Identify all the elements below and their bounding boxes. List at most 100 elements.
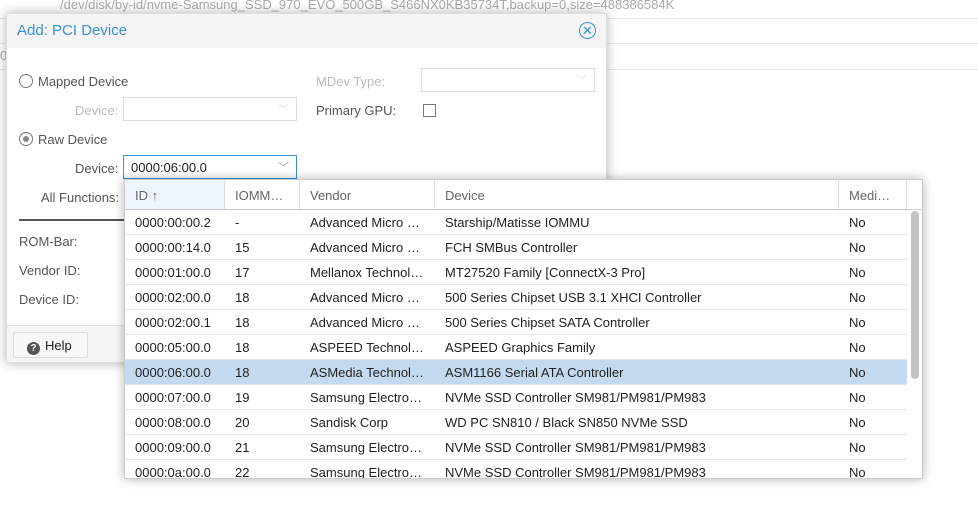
cell-device: NVMe SSD Controller SM981/PM981/PM983 xyxy=(445,465,706,479)
cell-vendor: Samsung Electro… xyxy=(310,390,422,405)
column-header-vendor[interactable]: Vendor xyxy=(300,180,435,209)
cell-mediated: No xyxy=(849,415,866,430)
cell-mediated: No xyxy=(849,315,866,330)
cell-device: ASM1166 Serial ATA Controller xyxy=(445,365,624,380)
mapped-device-label: Mapped Device xyxy=(38,74,129,89)
cell-id: 0000:00:00.2 xyxy=(135,215,211,230)
cell-vendor: Sandisk Corp xyxy=(310,415,389,430)
cell-mediated: No xyxy=(849,340,866,355)
cell-device: NVMe SSD Controller SM981/PM981/PM983 xyxy=(445,440,706,455)
raw-device-radio[interactable] xyxy=(19,132,33,146)
cell-mediated: No xyxy=(849,365,866,380)
cell-id: 0000:08:00.0 xyxy=(135,415,211,430)
cell-vendor: ASMedia Technol… xyxy=(310,365,424,380)
cell-vendor: Advanced Micro … xyxy=(310,215,420,230)
cell-iommu: 22 xyxy=(235,465,250,479)
mapped-device-combo[interactable]: ﹀ xyxy=(123,97,297,121)
column-header-device[interactable]: Device xyxy=(435,180,839,209)
cell-iommu: 19 xyxy=(235,390,250,405)
primary-gpu-checkbox[interactable] xyxy=(423,104,436,117)
cell-device: WD PC SN810 / Black SN850 NVMe SSD xyxy=(445,415,688,430)
grid-header: ID ↑ IOMM… Vendor Device Medi… xyxy=(125,180,922,210)
close-icon[interactable]: ✕ xyxy=(579,22,596,39)
table-row[interactable]: 0000:02:00.0 18 Advanced Micro … 500 Series… xyxy=(125,285,907,310)
mapped-device-radio[interactable] xyxy=(19,74,33,88)
cell-vendor: Mellanox Technol… xyxy=(310,265,424,280)
dialog-header: Add: PCI Device ✕ xyxy=(7,14,606,48)
table-row[interactable]: 0000:08:00.0 20 Sandisk Corp WD PC SN810 / … xyxy=(125,410,907,435)
section-divider xyxy=(19,219,129,221)
device-picker-grid: ID ↑ IOMM… Vendor Device Medi… 0000:00:0… xyxy=(124,179,923,479)
table-row[interactable]: 0000:00:00.2 - Advanced Micro … Starship/Ma… xyxy=(125,210,907,235)
cell-mediated: No xyxy=(849,465,866,479)
table-row[interactable]: 0000:00:14.0 15 Advanced Micro … FCH SMBus … xyxy=(125,235,907,260)
cell-mediated: No xyxy=(849,265,866,280)
cell-device: 500 Series Chipset USB 3.1 XHCI Controll… xyxy=(445,290,702,305)
cell-device: ASPEED Graphics Family xyxy=(445,340,596,355)
raw-device-field-label: Device: xyxy=(75,161,119,176)
cell-id: 0000:01:00.0 xyxy=(135,265,211,280)
cell-vendor: ASPEED Technol… xyxy=(310,340,424,355)
cell-iommu: - xyxy=(235,215,240,230)
table-row[interactable]: 0000:05:00.0 18 ASPEED Technol… ASPEED Grap… xyxy=(125,335,907,360)
cell-iommu: 21 xyxy=(235,440,250,455)
cell-iommu: 18 xyxy=(235,290,250,305)
cell-mediated: No xyxy=(849,440,866,455)
mdev-type-combo[interactable]: ﹀ xyxy=(421,68,595,92)
cell-mediated: No xyxy=(849,240,866,255)
raw-device-combo[interactable]: 0000:06:00.0 ﹀ xyxy=(123,155,297,179)
cell-id: 0000:09:00.0 xyxy=(135,440,211,455)
cell-device: NVMe SSD Controller SM981/PM981/PM983 xyxy=(445,390,706,405)
cell-mediated: No xyxy=(849,390,866,405)
cell-id: 0000:06:00.0 xyxy=(135,365,211,380)
cell-device: MT27520 Family [ConnectX-3 Pro] xyxy=(445,265,646,280)
background-disk-path: /dev/disk/by-id/nvme-Samsung_SSD_970_EVO… xyxy=(60,0,675,12)
dialog-title: Add: PCI Device xyxy=(17,22,128,39)
cell-iommu: 15 xyxy=(235,240,250,255)
cell-id: 0000:07:00.0 xyxy=(135,390,211,405)
help-button[interactable]: ? Help xyxy=(13,332,88,358)
cell-device: Starship/Matisse IOMMU xyxy=(445,215,590,230)
device-id-label: Device ID: xyxy=(19,292,79,307)
cell-mediated: No xyxy=(849,215,866,230)
table-row[interactable]: 0000:0a:00.0 22 Samsung Electro… NVMe SSD C… xyxy=(125,460,907,479)
cell-id: 0000:02:00.0 xyxy=(135,290,211,305)
cell-iommu: 18 xyxy=(235,315,250,330)
cell-id: 0000:02:00.1 xyxy=(135,315,211,330)
table-row[interactable]: 0000:09:00.0 21 Samsung Electro… NVMe SSD C… xyxy=(125,435,907,460)
mdev-type-label: MDev Type: xyxy=(316,74,386,89)
table-row[interactable]: 0000:06:00.0 18 ASMedia Technol… ASM1166 Se… xyxy=(125,360,907,385)
cell-id: 0000:0a:00.0 xyxy=(135,465,211,479)
chevron-down-icon: ﹀ xyxy=(278,104,289,116)
cell-iommu: 17 xyxy=(235,265,250,280)
grid-scrollbar[interactable] xyxy=(911,211,919,379)
chevron-down-icon: ﹀ xyxy=(576,75,587,87)
mapped-device-field-label: Device: xyxy=(75,103,119,118)
chevron-down-icon: ﹀ xyxy=(278,162,289,174)
table-row[interactable]: 0000:01:00.0 17 Mellanox Technol… MT27520 F… xyxy=(125,260,907,285)
vendor-id-label: Vendor ID: xyxy=(19,263,81,278)
column-header-iommu[interactable]: IOMM… xyxy=(225,180,300,209)
cell-device: FCH SMBus Controller xyxy=(445,240,578,255)
cell-device: 500 Series Chipset SATA Controller xyxy=(445,315,650,330)
help-label: Help xyxy=(45,338,72,353)
all-functions-label: All Functions: xyxy=(41,190,120,205)
cell-vendor: Samsung Electro… xyxy=(310,465,422,479)
raw-device-label: Raw Device xyxy=(38,132,108,147)
cell-iommu: 20 xyxy=(235,415,250,430)
cell-vendor: Samsung Electro… xyxy=(310,440,422,455)
column-header-id[interactable]: ID ↑ xyxy=(125,180,225,209)
cell-iommu: 18 xyxy=(235,340,250,355)
table-row[interactable]: 0000:07:00.0 19 Samsung Electro… NVMe SSD C… xyxy=(125,385,907,410)
help-icon: ? xyxy=(27,342,40,355)
cell-id: 0000:00:14.0 xyxy=(135,240,211,255)
cell-vendor: Advanced Micro … xyxy=(310,240,420,255)
grid-body: 0000:00:00.2 - Advanced Micro … Starship/Ma… xyxy=(125,210,922,479)
cell-id: 0000:05:00.0 xyxy=(135,340,211,355)
primary-gpu-label: Primary GPU: xyxy=(316,103,397,118)
cell-vendor: Advanced Micro … xyxy=(310,290,420,305)
cell-iommu: 18 xyxy=(235,365,250,380)
column-header-mediated[interactable]: Medi… xyxy=(839,180,907,209)
raw-device-value: 0000:06:00.0 xyxy=(131,160,207,175)
table-row[interactable]: 0000:02:00.1 18 Advanced Micro … 500 Series… xyxy=(125,310,907,335)
